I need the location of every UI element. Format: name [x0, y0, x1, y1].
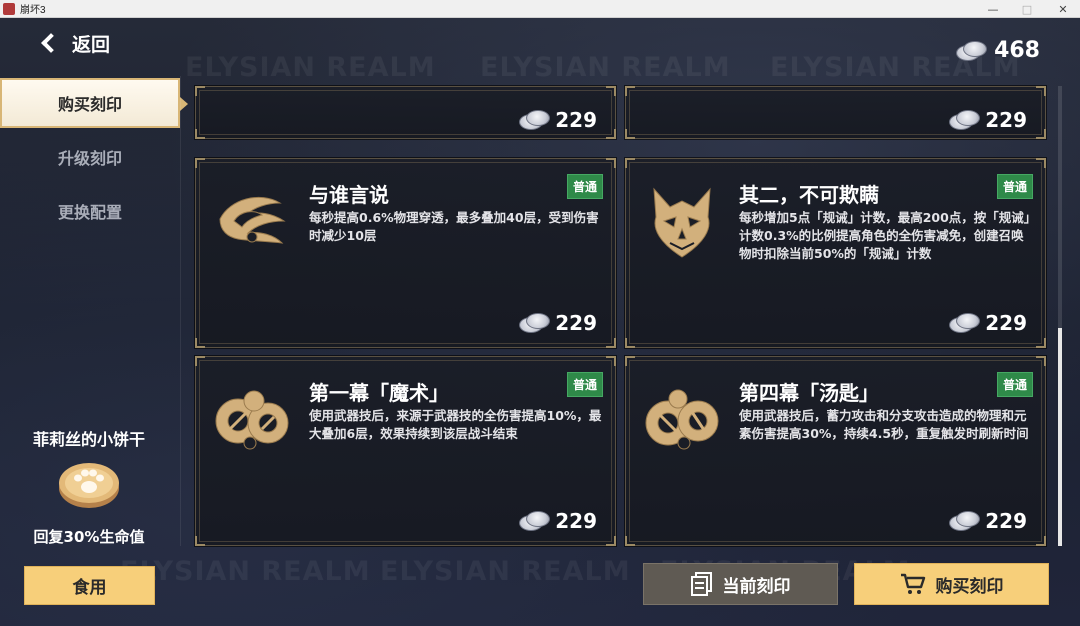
sigil-card[interactable]: 与谁言说 普通 每秒提高0.6%物理穿透，最多叠加40层，受到伤害时减少10层 …	[194, 157, 617, 349]
price-amount: 229	[985, 311, 1027, 335]
item-effect: 回复30%生命值	[33, 528, 145, 546]
price: 229	[519, 509, 597, 533]
coin-icon	[949, 313, 981, 333]
coin-icon	[949, 511, 981, 531]
item-name: 菲莉丝的小饼干	[32, 430, 145, 449]
buy-sigil-button[interactable]: 购买刻印	[854, 563, 1049, 605]
price: 229	[949, 311, 1027, 335]
sigil-card[interactable]: 229	[624, 85, 1047, 140]
tab-buy-sigil[interactable]: 购买刻印	[0, 78, 188, 128]
coin-icon	[519, 313, 551, 333]
rarity-badge: 普通	[996, 372, 1033, 397]
game-viewport: ELYSIAN REALM ELYSIAN REALM ELYSIAN REAL…	[0, 18, 1080, 626]
use-item-button[interactable]: 食用	[24, 566, 155, 605]
cookie-icon	[59, 463, 119, 508]
clockwork-emblem-icon	[215, 390, 289, 450]
price-amount: 229	[555, 311, 597, 335]
sigil-description: 使用武器技后，蓄力攻击和分支攻击造成的物理和元素伤害提高30%，持续4.5秒，重…	[739, 408, 1029, 441]
coin-icon	[956, 40, 988, 61]
sigil-description: 每秒增加5点「规诫」计数，最高200点，按「规诫」计数0.3%的比例提高角色的全…	[739, 210, 1031, 261]
sigil-card[interactable]: 第四幕「汤匙」 普通 使用武器技后，蓄力攻击和分支攻击造成的物理和元素伤害提高3…	[624, 355, 1047, 547]
tab-upgrade-sigil[interactable]: 升级刻印	[0, 132, 180, 182]
sigil-name: 其二，不可欺瞒	[739, 183, 879, 207]
currency-display: 468	[956, 38, 1040, 63]
price: 229	[519, 108, 597, 132]
clockwork-emblem-icon	[645, 389, 719, 450]
sigil-card[interactable]: 229	[194, 85, 617, 140]
coin-icon	[519, 511, 551, 531]
coin-icon	[519, 110, 551, 130]
tab-change-config[interactable]: 更换配置	[0, 186, 180, 236]
watermark: ELYSIAN REALM	[185, 52, 436, 83]
price-amount: 229	[555, 108, 597, 132]
rarity-badge: 普通	[566, 372, 603, 397]
sigil-card[interactable]: 第一幕「魔术」 普通 使用武器技后，来源于武器技的全伤害提高10%，最大叠加6层…	[194, 355, 617, 547]
sigil-description: 使用武器技后，来源于武器技的全伤害提高10%，最大叠加6层，效果持续到该层战斗结…	[309, 408, 602, 441]
buy-sigil-label: 购买刻印	[935, 576, 1004, 597]
price: 229	[949, 108, 1027, 132]
window-titlebar: 崩坏3 — □ ✕	[0, 0, 1080, 18]
cart-icon	[900, 573, 925, 594]
minimize-icon[interactable]: —	[976, 0, 1010, 18]
document-icon	[690, 572, 712, 596]
masked-cat-emblem-icon	[653, 187, 711, 258]
app-icon	[3, 2, 15, 15]
watermark: ELYSIAN REALM	[380, 556, 631, 587]
back-button[interactable]: 返回	[38, 28, 110, 58]
back-label: 返回	[72, 33, 111, 56]
watermark: ELYSIAN REALM	[480, 52, 731, 83]
sigil-name: 第四幕「汤匙」	[739, 381, 879, 405]
price-amount: 229	[555, 509, 597, 533]
watermark: ELYSIAN REALM	[120, 556, 371, 587]
rarity-badge: 普通	[996, 174, 1033, 199]
current-sigils-button[interactable]: 当前刻印	[643, 563, 838, 605]
price: 229	[519, 311, 597, 335]
scrollbar-thumb[interactable]	[1058, 328, 1062, 546]
close-icon[interactable]: ✕	[1046, 0, 1080, 18]
wings-emblem-icon	[219, 196, 286, 244]
sigil-name: 第一幕「魔术」	[309, 381, 449, 405]
sigil-name: 与谁言说	[309, 183, 389, 207]
price-amount: 229	[985, 108, 1027, 132]
price: 229	[949, 509, 1027, 533]
current-sigils-label: 当前刻印	[722, 576, 791, 597]
window-title: 崩坏3	[20, 5, 46, 16]
rarity-badge: 普通	[566, 174, 603, 199]
chevron-left-icon	[41, 33, 61, 53]
price-amount: 229	[985, 509, 1027, 533]
sigil-card[interactable]: 其二，不可欺瞒 普通 每秒增加5点「规诫」计数，最高200点，按「规诫」计数0.…	[624, 157, 1047, 349]
maximize-icon[interactable]: □	[1010, 0, 1044, 18]
sidebar-divider	[180, 76, 181, 546]
currency-amount: 468	[994, 38, 1040, 63]
coin-icon	[949, 110, 981, 130]
sigil-description: 每秒提高0.6%物理穿透，最多叠加40层，受到伤害时减少10层	[309, 210, 599, 243]
